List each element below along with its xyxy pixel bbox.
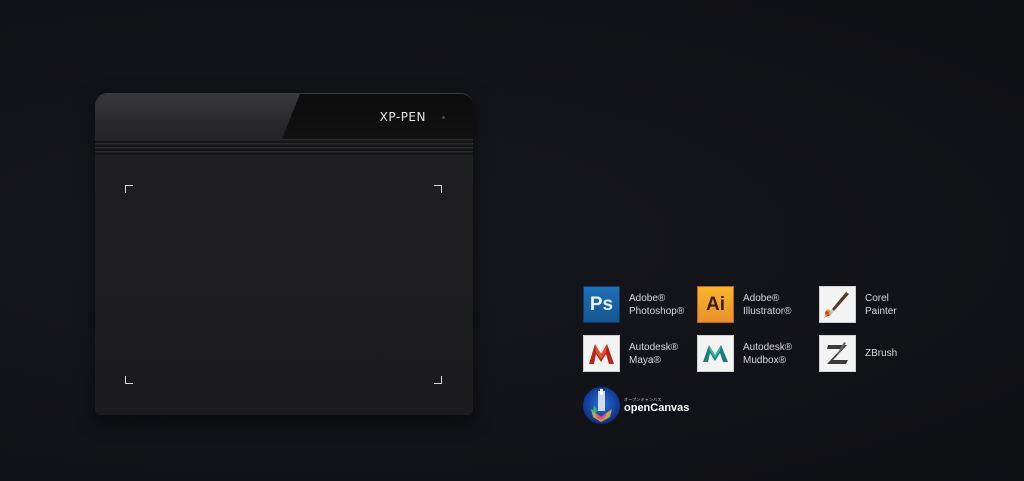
software-compatibility-list: Ps Adobe® Photoshop® Ai Adobe® Illustrat… bbox=[583, 286, 923, 431]
tablet-indicator-light bbox=[442, 116, 445, 119]
illustrator-icon: Ai bbox=[697, 286, 734, 323]
tablet-brand-logo: XP-PEN bbox=[379, 110, 426, 124]
tablet-gloss-panel bbox=[95, 94, 300, 140]
active-area-corner-top-right bbox=[434, 185, 442, 193]
autodesk-maya-icon bbox=[583, 335, 620, 372]
software-label-maya: Autodesk® Maya® bbox=[629, 341, 679, 366]
opencanvas-wordmark: オープンキャンバス openCanvas bbox=[624, 397, 689, 414]
autodesk-mudbox-icon bbox=[697, 335, 734, 372]
active-area-corner-bottom-left bbox=[125, 376, 133, 384]
software-item-mudbox: Autodesk® Mudbox® bbox=[697, 335, 792, 372]
tablet-ridges bbox=[95, 139, 473, 155]
tablet-header-bar: XP-PEN bbox=[95, 93, 473, 140]
drawing-tablet: XP-PEN bbox=[95, 93, 473, 415]
software-label-illustrator: Adobe® Illustrator® bbox=[743, 292, 792, 317]
software-label-opencanvas: openCanvas bbox=[624, 402, 690, 414]
tablet-active-area bbox=[95, 155, 473, 415]
software-item-opencanvas: オープンキャンバス openCanvas bbox=[583, 387, 689, 424]
product-stage: XP-PEN Ps Adobe® Photoshop® Ai Adobe® Il… bbox=[0, 0, 1024, 481]
corel-painter-icon bbox=[819, 286, 856, 323]
photoshop-icon: Ps bbox=[583, 286, 620, 323]
software-item-illustrator: Ai Adobe® Illustrator® bbox=[697, 286, 792, 323]
software-label-corel-painter: Corel Painter bbox=[865, 292, 897, 317]
software-label-mudbox: Autodesk® Mudbox® bbox=[743, 341, 793, 366]
software-item-photoshop: Ps Adobe® Photoshop® bbox=[583, 286, 684, 323]
active-area-corner-bottom-right bbox=[434, 376, 442, 384]
active-area-corner-top-left bbox=[125, 185, 133, 193]
zbrush-icon bbox=[819, 335, 856, 372]
software-item-zbrush: ZBrush bbox=[819, 335, 897, 372]
software-item-maya: Autodesk® Maya® bbox=[583, 335, 678, 372]
software-item-corel-painter: Corel Painter bbox=[819, 286, 897, 323]
opencanvas-icon bbox=[583, 387, 620, 424]
software-label-photoshop: Adobe® Photoshop® bbox=[629, 292, 685, 317]
software-label-zbrush: ZBrush bbox=[865, 348, 898, 359]
